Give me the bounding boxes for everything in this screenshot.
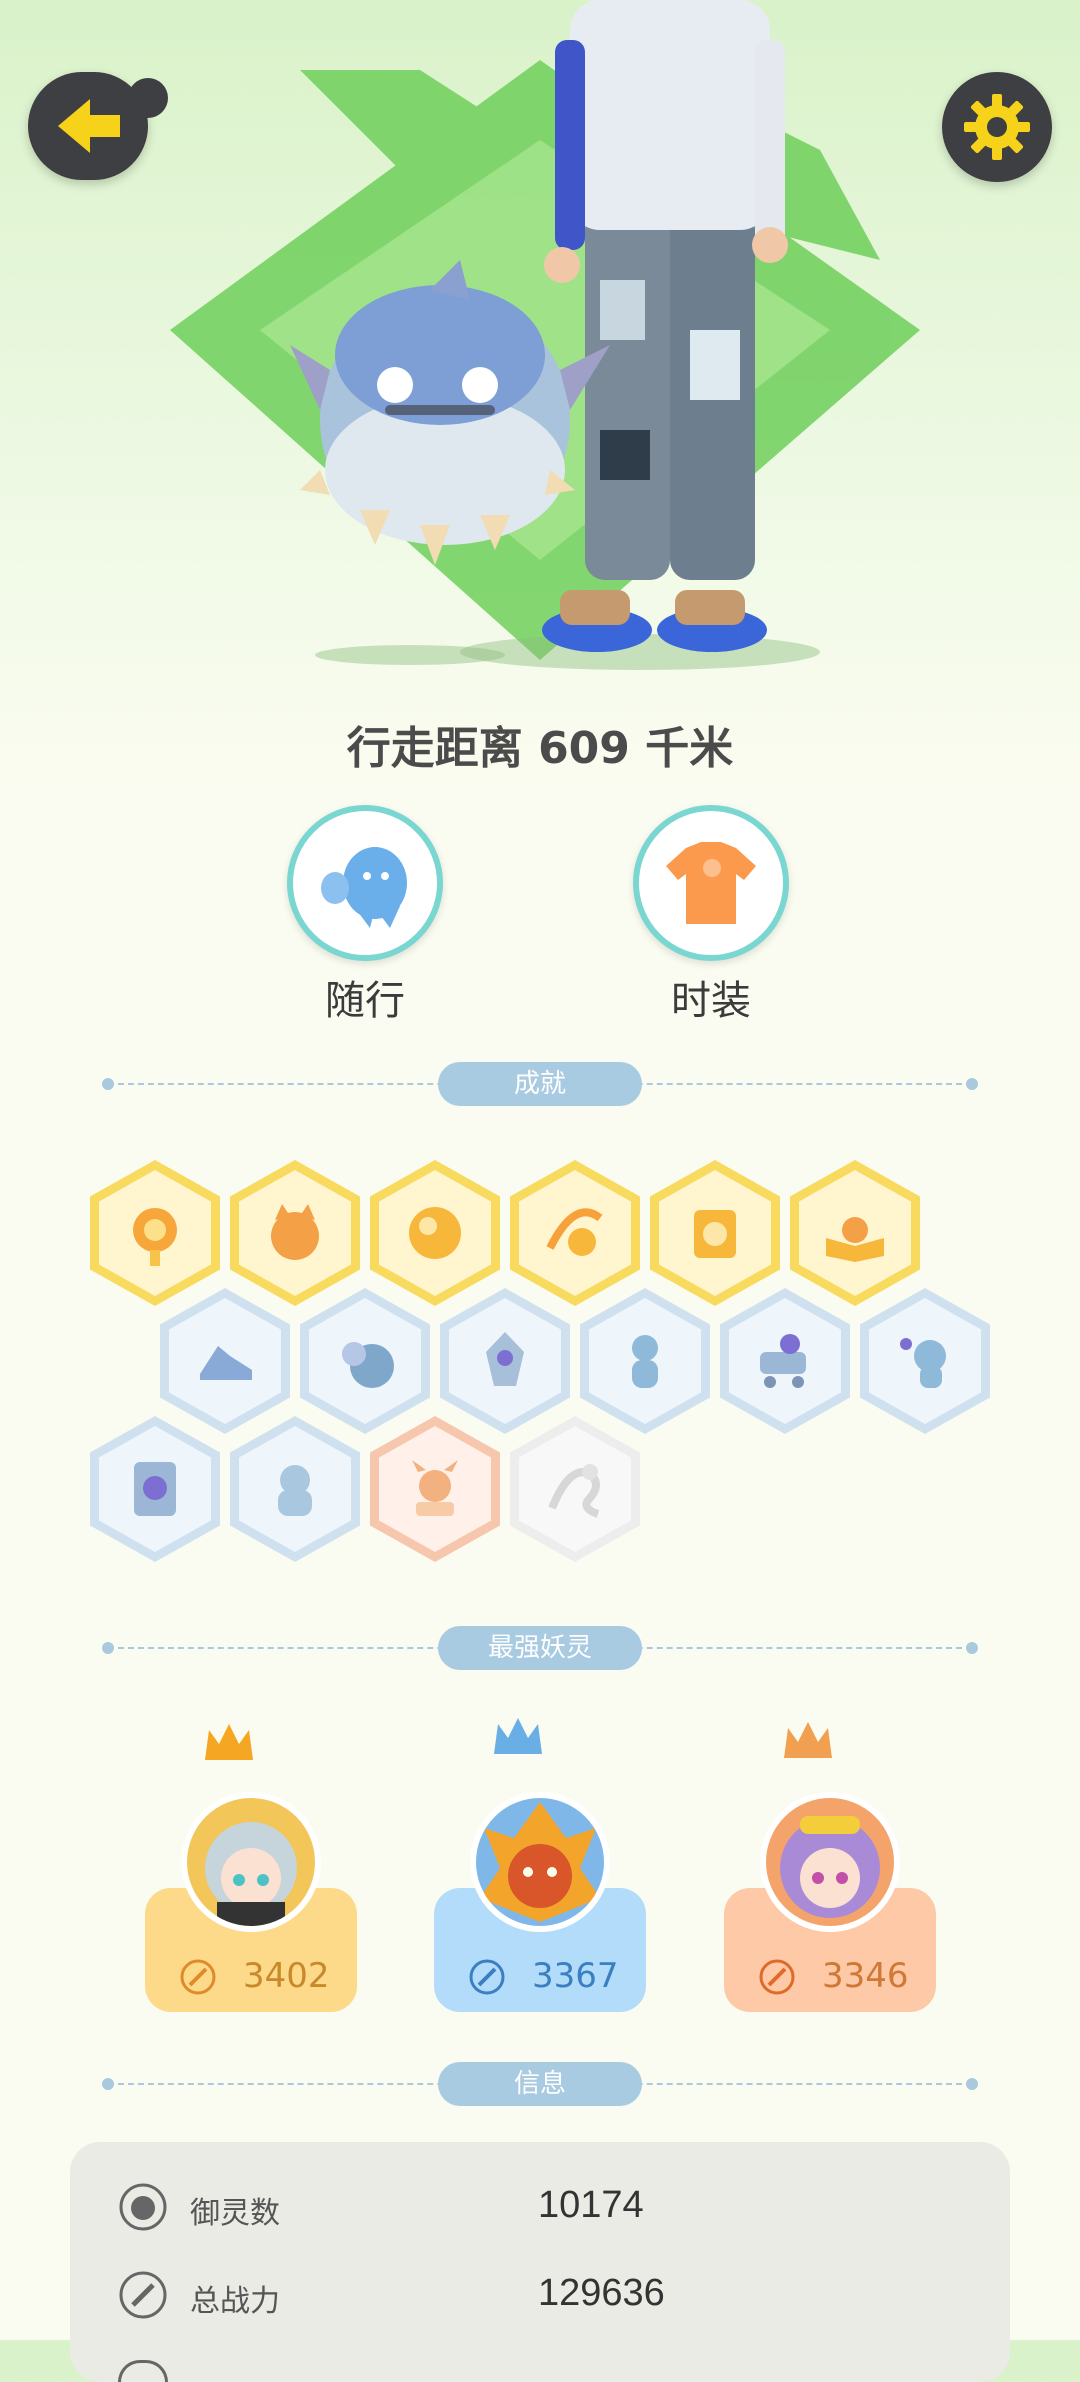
fashion-label: 时装 bbox=[671, 978, 751, 1024]
sneaker-icon bbox=[200, 1346, 252, 1380]
crown-icon bbox=[494, 1718, 542, 1754]
spirit-face-icon bbox=[119, 2183, 167, 2231]
moon-icon bbox=[342, 1342, 394, 1388]
info-row-partial-icon bbox=[118, 2360, 168, 2382]
companion-button[interactable] bbox=[287, 805, 443, 961]
badge-orb[interactable] bbox=[370, 1160, 500, 1306]
badge-ox-demon[interactable] bbox=[370, 1416, 500, 1562]
dragon-icon bbox=[548, 1464, 600, 1518]
badge-crystal[interactable] bbox=[440, 1288, 570, 1434]
badge-cat-wand[interactable] bbox=[860, 1288, 990, 1434]
badge-moon[interactable] bbox=[300, 1288, 430, 1434]
info-label: 御灵数 bbox=[190, 2196, 280, 2231]
strongest-title: 最强妖灵 bbox=[438, 1626, 642, 1670]
cat-wand-icon bbox=[900, 1338, 946, 1388]
yin-yang-swirl-icon bbox=[546, 1208, 603, 1256]
badge-yin-yang-swirl[interactable] bbox=[510, 1160, 640, 1306]
companion-ghost-icon bbox=[321, 847, 407, 928]
fashion-button[interactable] bbox=[633, 805, 789, 961]
crown-icon bbox=[784, 1722, 832, 1758]
purple-haired-girl-avatar bbox=[760, 1792, 900, 1932]
info-section-header: 信息 bbox=[100, 2062, 980, 2106]
open-book-fox-icon bbox=[826, 1217, 884, 1262]
info-value: 10174 bbox=[538, 2184, 644, 2226]
companion-label: 随行 bbox=[325, 978, 405, 1024]
yin-yang-book-icon bbox=[694, 1210, 736, 1258]
info-label: 总战力 bbox=[190, 2284, 280, 2319]
sword-icon bbox=[469, 1959, 505, 1995]
badge-fox-face[interactable] bbox=[230, 1160, 360, 1306]
spirit-power: 3367 bbox=[532, 1956, 619, 1996]
sword-icon bbox=[180, 1959, 216, 1995]
achievement-grid bbox=[0, 1160, 1080, 1580]
child-spirit-icon bbox=[632, 1335, 658, 1388]
spirit-card-1[interactable]: 3402 bbox=[145, 1720, 357, 2012]
badge-open-book-fox[interactable] bbox=[790, 1160, 920, 1306]
orb-icon bbox=[409, 1207, 461, 1259]
crown-icon bbox=[205, 1724, 253, 1760]
spirit-power: 3402 bbox=[243, 1956, 330, 1996]
top-spirits: 3402 3367 3346 bbox=[0, 1718, 1080, 2020]
badge-yin-yang-book[interactable] bbox=[650, 1160, 780, 1306]
ox-demon-icon bbox=[412, 1460, 458, 1516]
strongest-section-header: 最强妖灵 bbox=[100, 1626, 980, 1670]
flame-lion-avatar bbox=[470, 1792, 610, 1932]
badge-dragon-locked[interactable] bbox=[510, 1416, 640, 1562]
achievements-section-header: 成就 bbox=[100, 1062, 980, 1106]
settings-button[interactable] bbox=[942, 72, 1052, 182]
walk-distance: 行走距离 609 千米 bbox=[346, 723, 734, 774]
fox-face-icon bbox=[271, 1204, 319, 1260]
silver-haired-girl-avatar bbox=[181, 1792, 321, 1932]
back-arrow-icon bbox=[58, 99, 120, 153]
back-button-tail bbox=[128, 78, 168, 118]
sun-medal-icon bbox=[133, 1208, 177, 1266]
spirit-card-3[interactable]: 3346 bbox=[724, 1720, 936, 2012]
gear-icon bbox=[964, 94, 1030, 160]
info-value: 129636 bbox=[538, 2272, 665, 2314]
info-title: 信息 bbox=[438, 2062, 642, 2106]
tshirt-icon bbox=[666, 842, 756, 924]
scroll-banner-icon bbox=[134, 1462, 176, 1516]
sword-icon bbox=[119, 2271, 167, 2319]
badge-cat-back[interactable] bbox=[230, 1416, 360, 1562]
badge-child-spirit[interactable] bbox=[580, 1288, 710, 1434]
badge-cat-stroller[interactable] bbox=[720, 1288, 850, 1434]
badge-sneaker[interactable] bbox=[160, 1288, 290, 1434]
badge-scroll-banner[interactable] bbox=[90, 1416, 220, 1562]
badge-sun-medal[interactable] bbox=[90, 1160, 220, 1306]
info-panel: 御灵数 10174 总战力 129636 bbox=[70, 2142, 1010, 2382]
cat-back-icon bbox=[278, 1465, 312, 1516]
spirit-power: 3346 bbox=[822, 1956, 909, 1996]
spirit-card-2[interactable]: 3367 bbox=[434, 1718, 646, 2012]
crystal-icon bbox=[486, 1332, 524, 1386]
sword-icon bbox=[759, 1959, 795, 1995]
achievements-title: 成就 bbox=[438, 1062, 642, 1106]
cat-stroller-icon bbox=[760, 1334, 806, 1388]
